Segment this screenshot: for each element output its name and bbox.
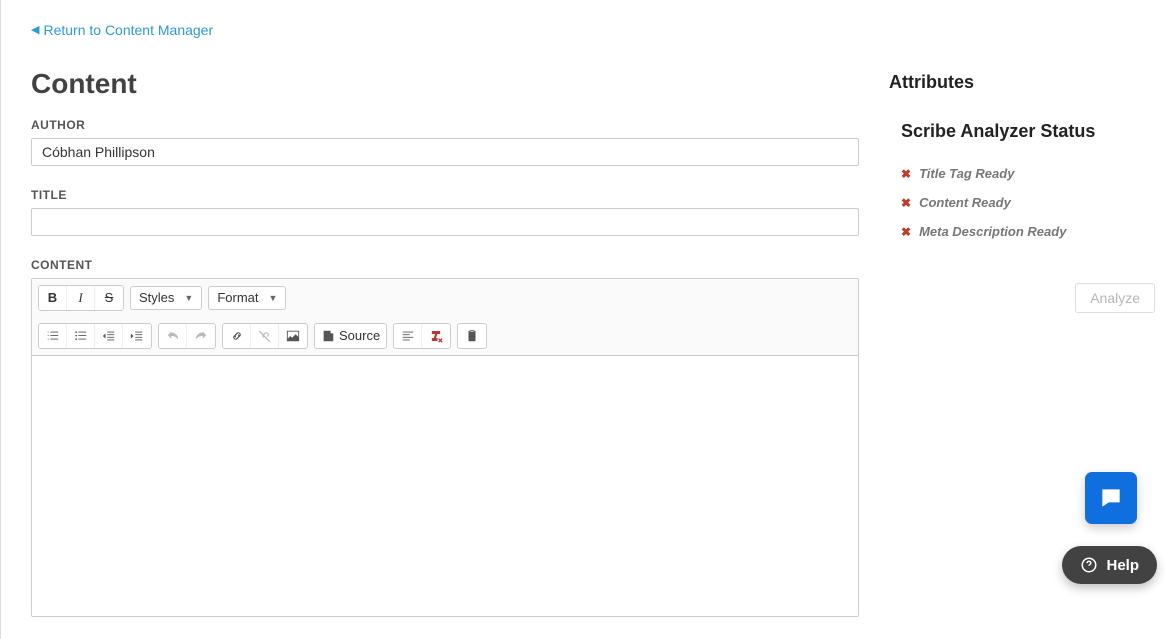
paste-button[interactable] — [458, 324, 486, 348]
editor-content-area[interactable] — [32, 356, 858, 616]
editor-toolbar: B I S Styles ▼ Format ▼ — [32, 279, 858, 356]
help-icon — [1080, 556, 1098, 574]
align-button[interactable] — [394, 324, 422, 348]
image-button[interactable] — [279, 324, 307, 348]
x-icon: ✖ — [901, 167, 911, 181]
title-input[interactable] — [31, 208, 859, 236]
analyzer-heading: Scribe Analyzer Status — [901, 121, 1155, 142]
chat-widget-button[interactable] — [1085, 472, 1137, 524]
return-link-label: Return to Content Manager — [43, 22, 213, 38]
source-button-label: Source — [339, 328, 380, 343]
left-arrow-icon: ◀ — [31, 23, 39, 36]
unlink-button[interactable] — [251, 324, 279, 348]
check-item: ✖ Content Ready — [901, 195, 1155, 210]
styles-dropdown-label: Styles — [139, 290, 174, 305]
content-label: CONTENT — [31, 258, 859, 272]
chat-icon — [1098, 485, 1124, 511]
author-label: AUTHOR — [31, 118, 859, 132]
format-dropdown-label: Format — [217, 290, 258, 305]
remove-format-button[interactable] — [422, 324, 450, 348]
caret-down-icon: ▼ — [269, 293, 278, 303]
caret-down-icon: ▼ — [184, 293, 193, 303]
page-title: Content — [31, 68, 859, 100]
title-label: TITLE — [31, 188, 859, 202]
undo-button[interactable] — [159, 324, 187, 348]
format-dropdown[interactable]: Format ▼ — [208, 286, 286, 310]
return-link[interactable]: ◀ Return to Content Manager — [31, 22, 213, 38]
x-icon: ✖ — [901, 196, 911, 210]
unordered-list-button[interactable] — [67, 324, 95, 348]
check-item-label: Meta Description Ready — [919, 224, 1066, 239]
outdent-button[interactable] — [95, 324, 123, 348]
italic-button[interactable]: I — [67, 286, 95, 310]
check-item: ✖ Meta Description Ready — [901, 224, 1155, 239]
source-button[interactable]: Source — [315, 324, 386, 348]
check-item-label: Content Ready — [919, 195, 1011, 210]
check-item-label: Title Tag Ready — [919, 166, 1014, 181]
indent-button[interactable] — [123, 324, 151, 348]
bold-button[interactable]: B — [39, 286, 67, 310]
author-input[interactable] — [31, 138, 859, 166]
help-widget-label: Help — [1106, 557, 1139, 574]
attributes-heading: Attributes — [889, 72, 1155, 93]
ordered-list-button[interactable] — [39, 324, 67, 348]
check-item: ✖ Title Tag Ready — [901, 166, 1155, 181]
rich-text-editor: B I S Styles ▼ Format ▼ — [31, 278, 859, 617]
styles-dropdown[interactable]: Styles ▼ — [130, 286, 202, 310]
link-button[interactable] — [223, 324, 251, 348]
redo-button[interactable] — [187, 324, 215, 348]
help-widget-button[interactable]: Help — [1062, 546, 1157, 584]
analyzer-check-list: ✖ Title Tag Ready ✖ Content Ready ✖ Meta… — [901, 166, 1155, 239]
x-icon: ✖ — [901, 225, 911, 239]
analyze-button[interactable]: Analyze — [1075, 283, 1155, 313]
strikethrough-button[interactable]: S — [95, 286, 123, 310]
